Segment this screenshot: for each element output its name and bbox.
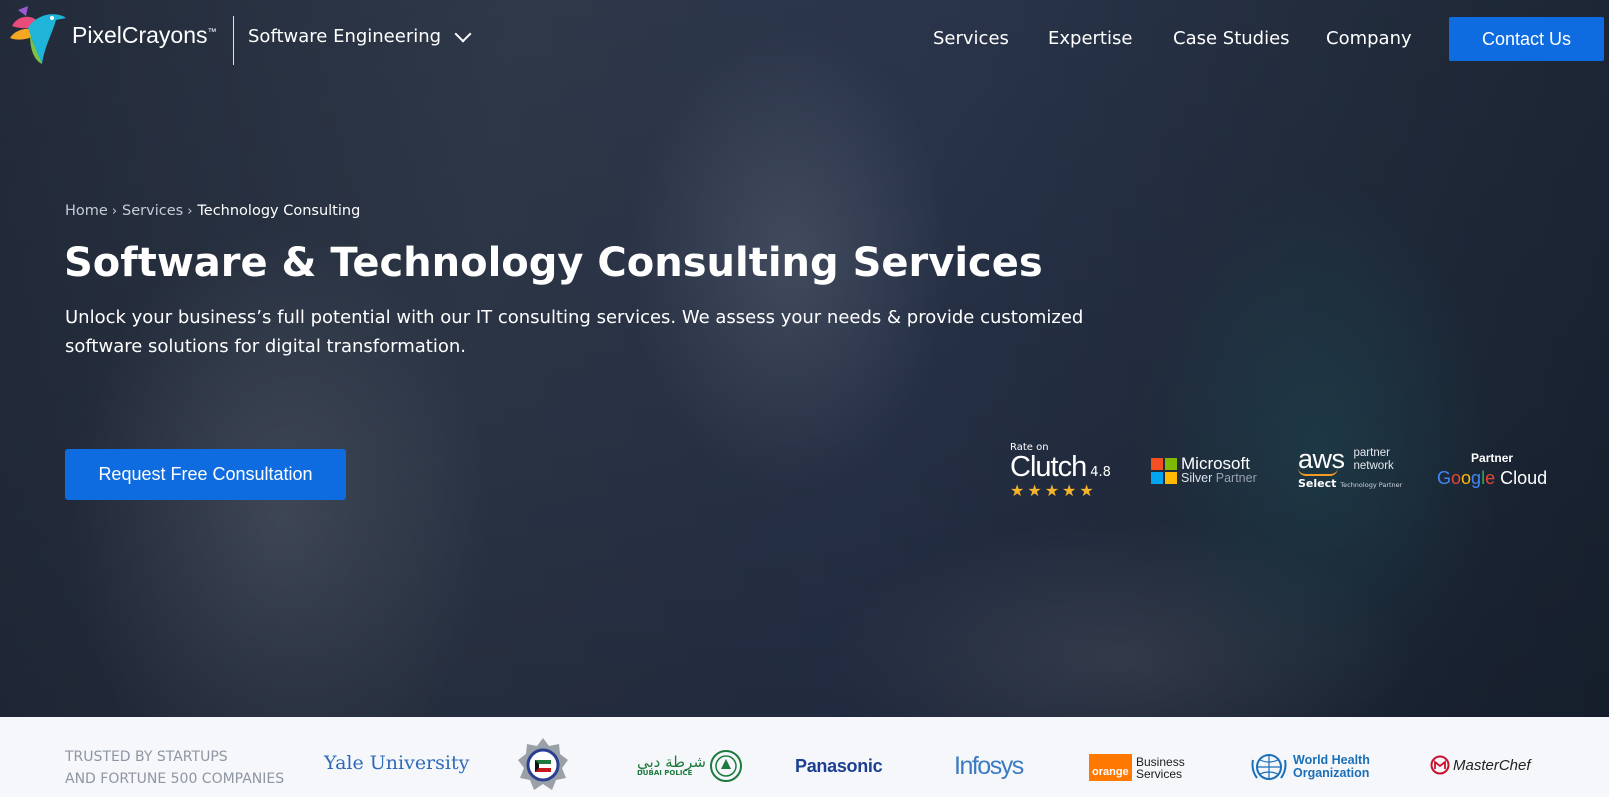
microsoft-name: Microsoft: [1181, 454, 1250, 473]
aws-select-sub: Technology Partner: [1340, 481, 1403, 489]
hero-description: Unlock your business’s full potential wi…: [65, 307, 1084, 357]
hero-section: PixelCrayons™ Software Engineering Servi…: [0, 0, 1609, 717]
google-cloud-label: Cloud: [1500, 468, 1548, 488]
nav-company[interactable]: Company: [1326, 28, 1412, 49]
orange-logo-square: orange: [1089, 754, 1132, 781]
dubai-police-emblem-icon: [709, 750, 742, 782]
chevron-right-icon: ›: [111, 203, 118, 219]
aws-partner-line1: partner: [1353, 447, 1390, 459]
contact-us-button[interactable]: Contact Us: [1449, 17, 1604, 61]
breadcrumb-home[interactable]: Home: [65, 203, 108, 219]
request-consultation-button[interactable]: Request Free Consultation: [65, 449, 346, 500]
google-partner-label: Partner: [1471, 451, 1514, 465]
clutch-score: 4.8: [1090, 465, 1111, 480]
trusted-label-line1: TRUSTED BY STARTUPS: [65, 749, 228, 765]
domain-dropdown[interactable]: Software Engineering: [248, 25, 472, 47]
trademark-mark: ™: [207, 25, 217, 36]
star-rating-icon: ★★★★★: [1010, 481, 1097, 500]
microsoft-partner-badge: Microsoft Silver Partner: [1151, 454, 1257, 485]
client-logo-panasonic: Panasonic: [795, 756, 883, 776]
page-title: Software & Technology Consulting Service…: [64, 240, 1043, 286]
masterchef-text: MasterChef: [1453, 756, 1531, 774]
hummingbird-icon: [10, 6, 66, 64]
brand-name: PixelCrayons™: [72, 22, 217, 49]
microsoft-tier: Silver: [1181, 471, 1213, 485]
who-emblem-icon: [1251, 754, 1287, 780]
breadcrumb-services[interactable]: Services: [122, 203, 183, 219]
breadcrumb: Home › Services › Technology Consulting: [65, 203, 360, 219]
client-logo-yale: Yale University: [324, 752, 470, 774]
breadcrumb-current: Technology Consulting: [197, 203, 361, 219]
nav-case-studies[interactable]: Case Studies: [1173, 28, 1290, 49]
google-logo: Google: [1437, 468, 1496, 488]
orange-line1: Business: [1136, 754, 1185, 769]
who-line2: Organization: [1293, 766, 1370, 780]
client-logo-police-emblem: [516, 736, 570, 794]
aws-logo: aws: [1298, 444, 1345, 474]
client-logo-orange-business: orange Business Services: [1089, 754, 1185, 781]
orange-line2: Services: [1136, 766, 1183, 781]
clutch-badge[interactable]: Rate on Clutch 4.8 ★★★★★: [1010, 442, 1111, 500]
google-cloud-partner-badge: Partner Google Cloud: [1437, 451, 1547, 489]
aws-partner-line2: network: [1353, 460, 1394, 472]
trusted-label: TRUSTED BY STARTUPS AND FORTUNE 500 COMP…: [65, 746, 284, 790]
dubai-police-arabic: شرطة دبي: [637, 753, 706, 771]
masterchef-icon: [1430, 755, 1450, 775]
client-logo-who: World Health Organization: [1251, 750, 1370, 784]
brand-name-text: PixelCrayons: [72, 21, 208, 48]
client-logo-masterchef: MasterChef: [1430, 755, 1531, 775]
domain-dropdown-label: Software Engineering: [248, 26, 442, 47]
chevron-down-icon: [454, 25, 472, 42]
aws-partner-badge: aws partner network Select Technology Par…: [1298, 446, 1402, 490]
police-emblem-icon: [518, 738, 568, 790]
nav-services[interactable]: Services: [933, 28, 1009, 49]
nav-expertise[interactable]: Expertise: [1048, 28, 1132, 49]
client-logo-infosys: Infosys: [954, 752, 1024, 780]
chevron-right-icon: ›: [187, 203, 193, 219]
client-logo-dubai-police: شرطة دبي DUBAI POLICE: [637, 749, 743, 783]
clutch-logo: Clutch: [1010, 451, 1087, 483]
brand-logo[interactable]: PixelCrayons™: [8, 4, 217, 66]
aws-select: Select: [1298, 477, 1337, 490]
nav-divider: [233, 16, 234, 65]
microsoft-logo-icon: [1151, 458, 1177, 484]
trusted-label-line2: AND FORTUNE 500 COMPANIES: [65, 771, 285, 787]
microsoft-partner: Partner: [1215, 471, 1257, 485]
